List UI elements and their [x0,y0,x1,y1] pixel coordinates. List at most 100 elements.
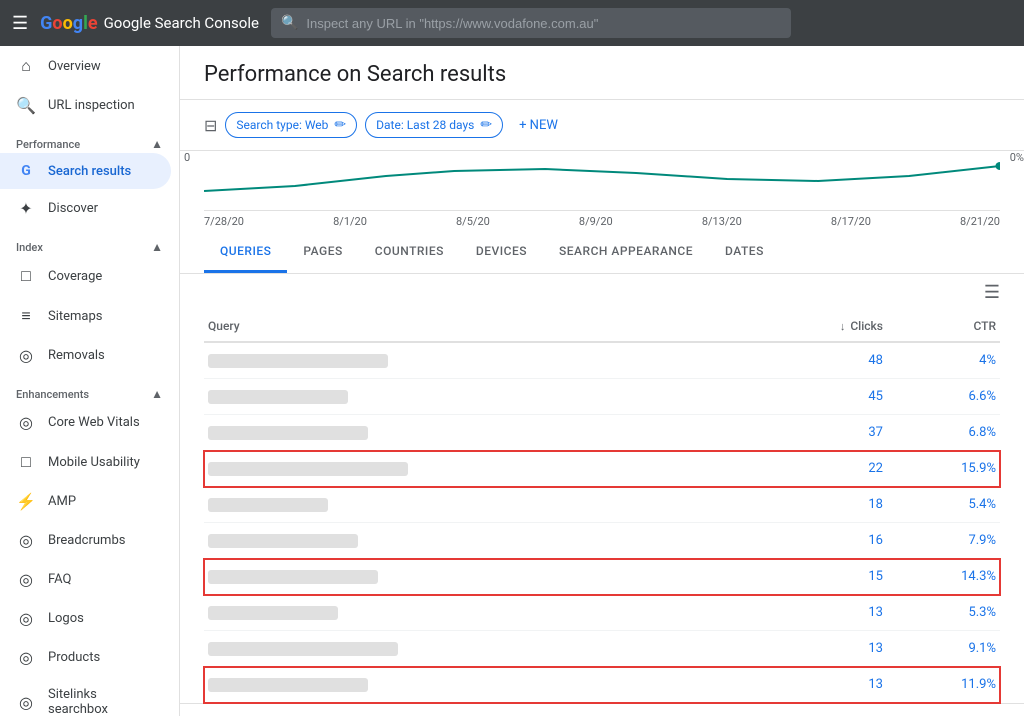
clicks-cell: 45 [752,379,887,415]
x-label: 8/13/20 [702,215,742,228]
sidebar-item-breadcrumbs[interactable]: ◎ Breadcrumbs [0,521,171,560]
sidebar-item-sitemaps[interactable]: ≡ Sitemaps [0,296,171,336]
table-row[interactable]: 135.3% [204,595,1000,631]
ctr-cell: 5.3% [887,595,1000,631]
query-cell [204,379,752,415]
section-performance: Performance ▲ [0,129,179,153]
content-area: Performance on Search results ⊟ Search t… [180,46,1024,716]
main-layout: ⌂ Overview 🔍 URL inspection Performance … [0,46,1024,716]
sort-icon: ↓ [840,320,846,333]
ctr-cell: 7.9% [887,523,1000,559]
table-row[interactable]: 376.8% [204,415,1000,451]
x-label: 8/5/20 [456,215,490,228]
app-logo: Google Google Search Console [40,13,259,34]
sidebar-item-amp[interactable]: ⚡ AMP [0,482,171,521]
ctr-cell: 4% [887,342,1000,379]
pagination-bar: Rows per page: 10 25 50 1-10 of 1000 ‹ › [180,703,1024,716]
col-clicks[interactable]: ↓ Clicks [752,311,887,342]
sidebar-item-sitelinks-searchbox[interactable]: ◎ Sitelinks searchbox [0,677,171,716]
coverage-icon: □ [16,266,36,286]
x-label: 8/17/20 [831,215,871,228]
clicks-cell: 13 [752,667,887,703]
ctr-cell: 6.6% [887,379,1000,415]
clicks-cell: 22 [752,451,887,487]
menu-icon[interactable]: ☰ [12,13,28,34]
sidebar-item-overview[interactable]: ⌂ Overview [0,46,171,86]
sidebar-item-label: FAQ [48,572,71,587]
sidebar-item-mobile-usability[interactable]: □ Mobile Usability [0,442,171,482]
table-row[interactable]: 167.9% [204,523,1000,559]
tab-devices[interactable]: DEVICES [460,232,543,273]
clicks-cell: 13 [752,631,887,667]
table-row[interactable]: 456.6% [204,379,1000,415]
x-label: 8/9/20 [579,215,613,228]
page-header: Performance on Search results [180,46,1024,100]
sidebar-item-url-inspection[interactable]: 🔍 URL inspection [0,86,171,125]
sidebar-item-logos[interactable]: ◎ Logos [0,599,171,638]
table-row[interactable]: 1311.9% [204,667,1000,703]
table-container: ☰ Query ↓ Clicks CTR [180,274,1024,703]
tabs-bar: QUERIES PAGES COUNTRIES DEVICES SEARCH A… [180,232,1024,274]
clicks-cell: 37 [752,415,887,451]
chevron-up-icon[interactable]: ▲ [151,240,163,254]
sidebar-item-label: Search results [48,164,131,179]
query-cell [204,667,752,703]
tab-queries[interactable]: QUERIES [204,232,287,273]
date-filter-chip[interactable]: Date: Last 28 days ✏ [365,112,503,138]
tab-search-appearance[interactable]: SEARCH APPEARANCE [543,232,709,273]
amp-icon: ⚡ [16,492,36,511]
query-cell [204,523,752,559]
sidebar-item-discover[interactable]: ✦ Discover [0,189,171,228]
clicks-cell: 16 [752,523,887,559]
y-axis-right-label: 0% [1010,151,1024,164]
table-row[interactable]: 139.1% [204,631,1000,667]
chip-edit-icon[interactable]: ✏ [480,117,492,133]
new-filter-button[interactable]: + NEW [511,114,566,137]
sidebar-item-removals[interactable]: ◎ Removals [0,336,171,375]
sitemaps-icon: ≡ [16,306,36,326]
query-cell [204,415,752,451]
table-row[interactable]: 185.4% [204,487,1000,523]
tab-countries[interactable]: COUNTRIES [359,232,460,273]
table-row[interactable]: 1514.3% [204,559,1000,595]
sidebar-item-label: AMP [48,494,76,509]
topbar: ☰ Google Google Search Console 🔍 [0,0,1024,46]
google-logo: Google [40,13,97,34]
chip-edit-icon[interactable]: ✏ [334,117,346,133]
sidebar-item-label: Coverage [48,269,102,284]
page-title: Performance on Search results [204,62,1000,87]
home-icon: ⌂ [16,56,36,76]
sidebar-item-label: Core Web Vitals [48,415,140,430]
search-bar[interactable]: 🔍 [271,8,791,38]
sidebar-item-coverage[interactable]: □ Coverage [0,256,171,296]
chevron-up-icon[interactable]: ▲ [151,387,163,401]
discover-icon: ✦ [16,199,36,218]
tab-dates[interactable]: DATES [709,232,780,273]
clicks-cell: 13 [752,595,887,631]
col-query-label: Query [208,319,240,333]
sidebar-item-search-results[interactable]: G Search results [0,153,171,189]
sidebar-item-faq[interactable]: ◎ FAQ [0,560,171,599]
search-input[interactable] [306,16,781,31]
search-type-filter-chip[interactable]: Search type: Web ✏ [225,112,357,138]
tab-pages[interactable]: PAGES [287,232,358,273]
sidebar-item-core-web-vitals[interactable]: ◎ Core Web Vitals [0,403,171,442]
chevron-up-icon[interactable]: ▲ [151,137,163,151]
google-g-icon: G [16,163,36,179]
table-row[interactable]: 2215.9% [204,451,1000,487]
sidebar-item-products[interactable]: ◎ Products [0,638,171,677]
table-filter-icon[interactable]: ☰ [984,282,1000,303]
breadcrumbs-icon: ◎ [16,531,36,550]
ctr-cell: 9.1% [887,631,1000,667]
sidebar-item-label: Removals [48,348,105,363]
ctr-cell: 14.3% [887,559,1000,595]
filter-icon[interactable]: ⊟ [204,116,217,135]
sidebar-item-label: Logos [48,611,84,626]
core-web-vitals-icon: ◎ [16,413,36,432]
sitelinks-icon: ◎ [16,693,36,712]
table-toolbar: ☰ [204,274,1000,311]
sidebar-item-label: Sitemaps [48,309,103,324]
table-row[interactable]: 484% [204,342,1000,379]
new-button-label: + NEW [519,118,558,133]
x-label: 8/21/20 [960,215,1000,228]
